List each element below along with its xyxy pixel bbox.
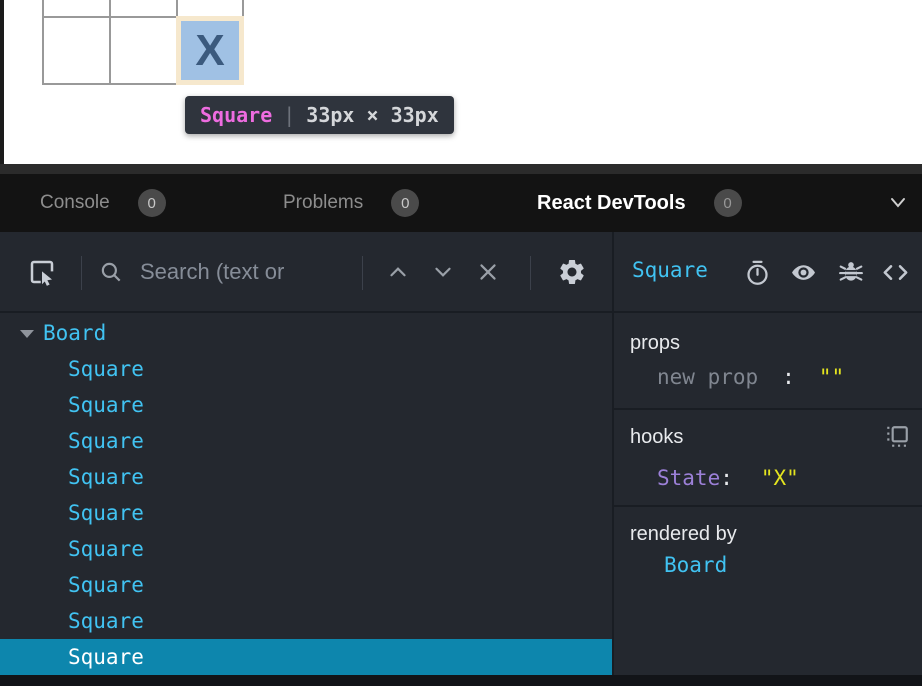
tree-item-label: Square bbox=[68, 645, 144, 669]
component-inspector: Square bbox=[614, 232, 922, 675]
gear-icon[interactable] bbox=[556, 256, 588, 288]
tab-problems[interactable]: Problems 0 bbox=[283, 174, 419, 232]
rendered-by-link[interactable]: Board bbox=[664, 553, 727, 577]
tree-item-square[interactable]: Square bbox=[0, 387, 612, 423]
component-tree: Board Square Square Square Square Square Squa… bbox=[0, 315, 612, 675]
bottom-strip bbox=[0, 675, 922, 686]
board-grid-line bbox=[42, 0, 44, 85]
viewport-left-edge bbox=[0, 0, 4, 164]
hook-value-input[interactable]: "X" bbox=[761, 466, 799, 490]
tab-console[interactable]: Console 0 bbox=[40, 174, 166, 232]
react-devtools-panel: Board Square Square Square Square Square Squa… bbox=[0, 232, 922, 675]
hook-row: State:"X" bbox=[657, 466, 799, 490]
rendered-by-section: rendered by Board bbox=[614, 507, 922, 606]
toolbar-divider bbox=[362, 256, 363, 290]
tree-item-board[interactable]: Board bbox=[0, 315, 612, 351]
tooltip-component-name: Square bbox=[200, 103, 272, 127]
stopwatch-icon[interactable] bbox=[744, 259, 771, 286]
tree-item-label: Square bbox=[68, 393, 144, 417]
tooltip-separator: | bbox=[283, 103, 295, 127]
toolbar-divider bbox=[81, 256, 82, 290]
tab-problems-label: Problems bbox=[283, 192, 363, 214]
tab-react-devtools-label: React DevTools bbox=[537, 192, 686, 215]
hooks-title: hooks bbox=[630, 426, 683, 449]
devtools-toolbar bbox=[0, 232, 612, 313]
inspect-element-icon[interactable] bbox=[24, 254, 60, 290]
tree-item-label: Square bbox=[68, 609, 144, 633]
tree-item-square[interactable]: Square bbox=[0, 531, 612, 567]
tab-problems-count-badge: 0 bbox=[391, 189, 419, 217]
tree-item-label: Square bbox=[68, 573, 144, 597]
props-section: props new prop:"" bbox=[614, 313, 922, 410]
search-next-icon[interactable] bbox=[429, 258, 457, 286]
hooks-section: hooks State:"X" bbox=[614, 410, 922, 507]
tree-item-square[interactable]: Square bbox=[0, 639, 612, 675]
toolbar-divider bbox=[530, 256, 531, 290]
bug-icon[interactable] bbox=[838, 259, 865, 286]
board-grid-line bbox=[109, 0, 111, 85]
search-icon bbox=[96, 257, 126, 287]
parse-hooks-icon[interactable] bbox=[884, 424, 910, 450]
tree-item-square[interactable]: Square bbox=[0, 603, 612, 639]
inspected-square-highlight[interactable]: X bbox=[176, 16, 244, 85]
tree-item-label: Square bbox=[68, 429, 144, 453]
tree-item-square[interactable]: Square bbox=[0, 351, 612, 387]
eye-icon[interactable] bbox=[790, 259, 817, 286]
tree-item-square[interactable]: Square bbox=[0, 423, 612, 459]
tree-item-label: Square bbox=[68, 537, 144, 561]
tooltip-dimensions: 33px × 33px bbox=[306, 103, 438, 127]
caret-down-icon[interactable] bbox=[20, 330, 34, 338]
tab-react-devtools-count-badge: 0 bbox=[714, 189, 742, 217]
tab-react-devtools[interactable]: React DevTools 0 bbox=[537, 174, 742, 232]
clear-search-icon[interactable] bbox=[474, 258, 502, 286]
code-brackets-icon[interactable] bbox=[882, 259, 909, 286]
square-cell-x[interactable]: X bbox=[181, 21, 239, 80]
search-prev-icon[interactable] bbox=[384, 258, 412, 286]
tree-item-label: Square bbox=[68, 465, 144, 489]
browser-viewport: X Square | 33px × 33px bbox=[0, 0, 922, 164]
prop-key[interactable]: new prop bbox=[657, 365, 758, 389]
chevron-down-icon[interactable] bbox=[888, 193, 908, 213]
tree-item-square[interactable]: Square bbox=[0, 567, 612, 603]
props-title: props bbox=[630, 332, 680, 355]
tab-console-count-badge: 0 bbox=[138, 189, 166, 217]
prop-row: new prop:"" bbox=[657, 365, 844, 389]
prop-value-input[interactable]: "" bbox=[819, 365, 844, 389]
tree-item-square[interactable]: Square bbox=[0, 495, 612, 531]
drawer-tab-bar: Console 0 Problems 0 React DevTools 0 bbox=[0, 174, 922, 232]
search-input[interactable] bbox=[140, 252, 350, 292]
hook-key: State bbox=[657, 466, 720, 490]
tree-item-square[interactable]: Square bbox=[0, 459, 612, 495]
element-inspect-tooltip: Square | 33px × 33px bbox=[185, 96, 454, 134]
tree-item-label: Square bbox=[68, 357, 144, 381]
tree-item-label: Square bbox=[68, 501, 144, 525]
inspected-component-name: Square bbox=[632, 258, 708, 282]
inspector-header: Square bbox=[614, 232, 922, 313]
tree-item-label: Board bbox=[43, 321, 106, 345]
drawer-top-band bbox=[0, 164, 922, 174]
rendered-by-title: rendered by bbox=[630, 523, 737, 546]
tab-console-label: Console bbox=[40, 192, 110, 214]
screen: X Square | 33px × 33px Console 0 Problem… bbox=[0, 0, 922, 686]
